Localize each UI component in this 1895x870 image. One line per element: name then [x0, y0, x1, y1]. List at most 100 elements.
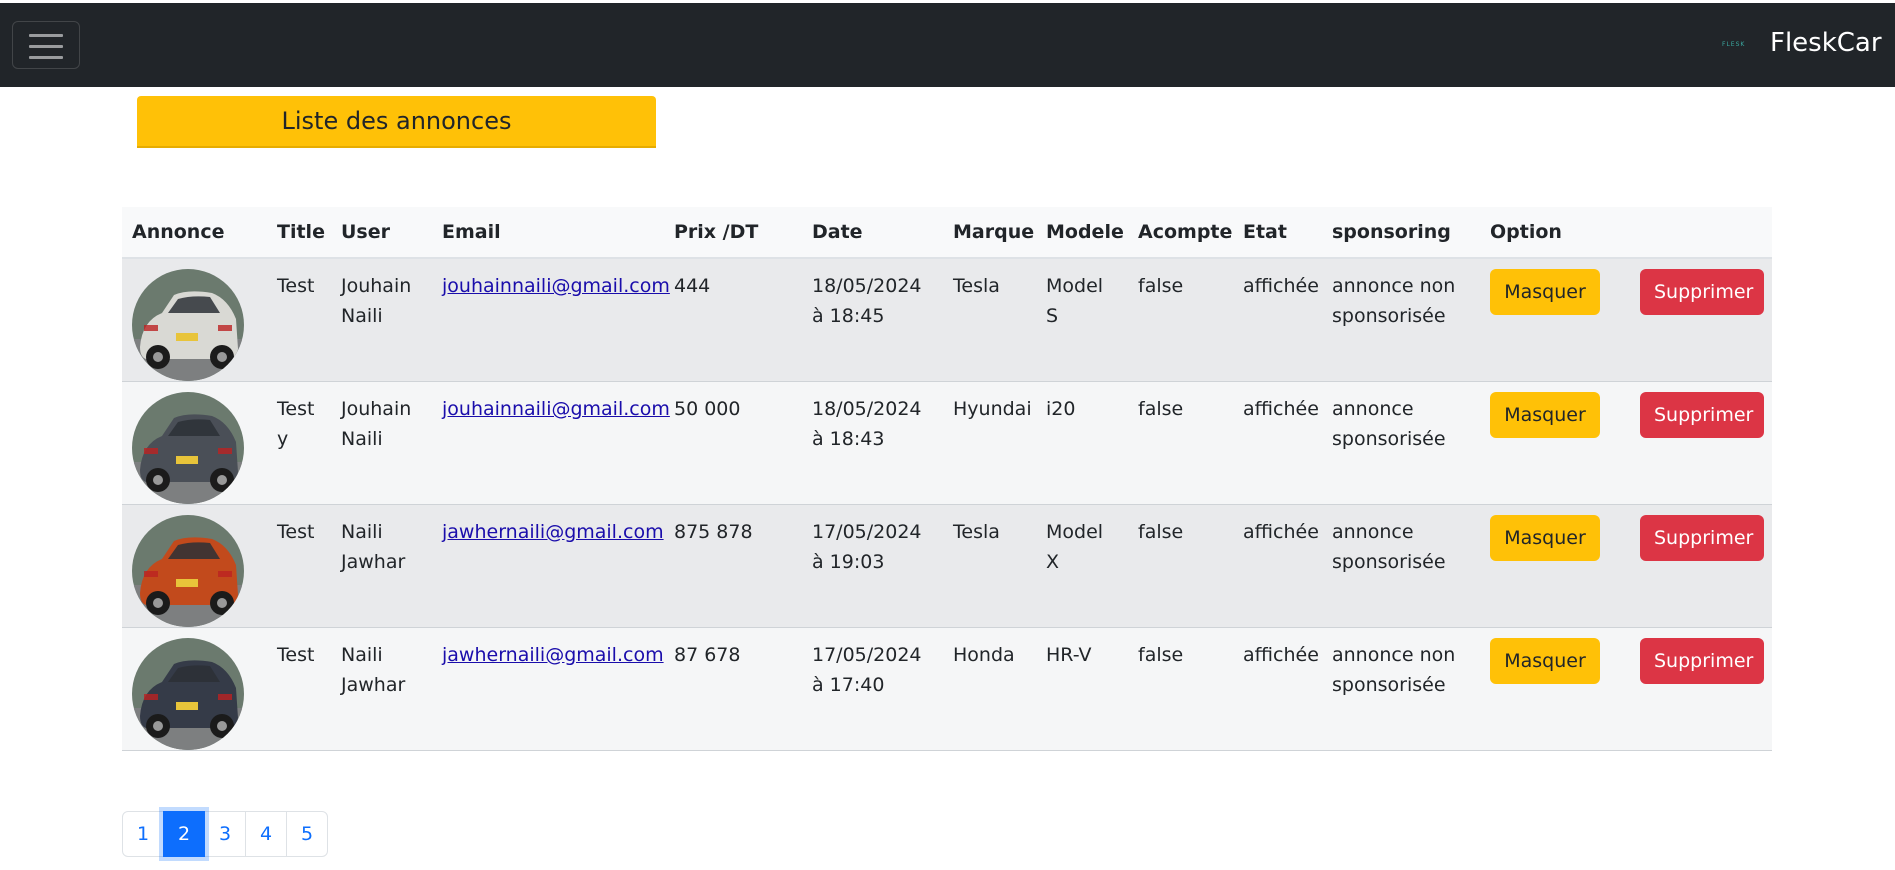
date-cell: 17/05/2024 à 19:03	[802, 504, 943, 628]
column-header: User	[331, 207, 432, 259]
email-cell: jawhernaili@gmail.com	[432, 504, 664, 628]
sponsoring-cell: annonce non sponsorisée	[1322, 627, 1480, 751]
annonce-cell	[122, 258, 267, 382]
car-thumbnail[interactable]	[132, 392, 244, 504]
column-header: Title	[267, 207, 331, 259]
date-cell: 17/05/2024 à 17:40	[802, 627, 943, 751]
option-cell: Masquer	[1480, 627, 1630, 751]
title-cell: Test	[267, 504, 331, 628]
supprimer-button[interactable]: Supprimer	[1640, 392, 1764, 438]
car-thumbnail[interactable]	[132, 638, 244, 750]
annonce-cell	[122, 504, 267, 628]
date-cell: 18/05/2024 à 18:43	[802, 381, 943, 505]
annonce-cell	[122, 381, 267, 505]
column-header: Email	[432, 207, 664, 259]
prix-cell: 875 878	[664, 504, 802, 628]
title-cell: Test	[267, 258, 331, 382]
marque-cell: Tesla	[943, 258, 1036, 382]
marque-cell: Tesla	[943, 504, 1036, 628]
supprimer-button[interactable]: Supprimer	[1640, 638, 1764, 684]
masquer-button[interactable]: Masquer	[1490, 638, 1600, 684]
column-header: Acompte	[1128, 207, 1233, 259]
title-cell: Test	[267, 627, 331, 751]
etat-cell: affichée	[1233, 504, 1322, 628]
navbar-toggler-button[interactable]	[12, 21, 80, 69]
sponsoring-cell: annonce sponsorisée	[1322, 381, 1480, 505]
page-link-4[interactable]: 4	[245, 811, 287, 857]
modele-cell: Model X	[1036, 504, 1128, 628]
page-link-1[interactable]: 1	[122, 811, 164, 857]
column-header: sponsoring	[1322, 207, 1480, 259]
delete-cell: Supprimer	[1630, 504, 1772, 628]
car-thumbnail[interactable]	[132, 515, 244, 627]
marque-cell: Honda	[943, 627, 1036, 751]
table-row: Test y Jouhain Naili jouhainnaili@gmail.co…	[122, 381, 1772, 505]
table-body: Test Jouhain Naili jouhainnaili@gmail.com 4…	[122, 258, 1772, 751]
delete-cell: Supprimer	[1630, 381, 1772, 505]
column-header: Etat	[1233, 207, 1322, 259]
masquer-button[interactable]: Masquer	[1490, 515, 1600, 561]
prix-cell: 50 000	[664, 381, 802, 505]
column-header: Prix /DT	[664, 207, 802, 259]
delete-cell: Supprimer	[1630, 258, 1772, 382]
email-link[interactable]: jouhainnaili@gmail.com	[442, 398, 670, 420]
sponsoring-cell: annonce sponsorisée	[1322, 504, 1480, 628]
column-header: Date	[802, 207, 943, 259]
email-cell: jouhainnaili@gmail.com	[432, 381, 670, 505]
column-header: Marque	[943, 207, 1036, 259]
etat-cell: affichée	[1233, 258, 1322, 382]
modele-cell: Model S	[1036, 258, 1128, 382]
page-title: Liste des annonces	[137, 96, 656, 148]
prix-cell: 444	[664, 258, 802, 382]
pagination: 12345	[122, 811, 328, 857]
delete-cell: Supprimer	[1630, 627, 1772, 751]
option-cell: Masquer	[1480, 258, 1630, 382]
title-cell: Test y	[267, 381, 331, 505]
table-header-row: Annonce Title User Email Prix /DT Date Marque M…	[122, 207, 1772, 259]
email-link[interactable]: jawhernaili@gmail.com	[442, 644, 664, 666]
car-thumbnail[interactable]	[132, 269, 244, 381]
page-link-2[interactable]: 2	[163, 811, 205, 857]
page-link-5[interactable]: 5	[286, 811, 328, 857]
etat-cell: affichée	[1233, 627, 1322, 751]
email-link[interactable]: jouhainnaili@gmail.com	[442, 275, 670, 297]
modele-cell: i20	[1036, 381, 1128, 505]
user-cell: Naili Jawhar	[331, 504, 432, 628]
date-cell: 18/05/2024 à 18:45	[802, 258, 943, 382]
user-cell: Naili Jawhar	[331, 627, 432, 751]
table-row: Test Naili Jawhar jawhernaili@gmail.com 875…	[122, 504, 1772, 628]
annonces-table: Annonce Title User Email Prix /DT Date Marque M…	[122, 207, 1772, 751]
column-header: Option	[1480, 207, 1630, 259]
annonce-cell	[122, 627, 267, 751]
modele-cell: HR-V	[1036, 627, 1128, 751]
page-link-3[interactable]: 3	[204, 811, 246, 857]
supprimer-button[interactable]: Supprimer	[1640, 515, 1764, 561]
user-cell: Jouhain Naili	[331, 258, 432, 382]
hamburger-bar	[29, 45, 63, 48]
table-row: Test Jouhain Naili jouhainnaili@gmail.com 4…	[122, 258, 1772, 382]
option-cell: Masquer	[1480, 381, 1630, 505]
brand-logo[interactable]: FLESK	[1722, 41, 1745, 48]
masquer-button[interactable]: Masquer	[1490, 269, 1600, 315]
email-link[interactable]: jawhernaili@gmail.com	[442, 521, 664, 543]
brand-name[interactable]: FleskCar	[1770, 28, 1882, 58]
acompte-cell: false	[1128, 258, 1233, 382]
column-header: Annonce	[122, 207, 267, 259]
marque-cell: Hyundai	[943, 381, 1036, 505]
hamburger-bar	[29, 56, 63, 59]
masquer-button[interactable]: Masquer	[1490, 392, 1600, 438]
acompte-cell: false	[1128, 504, 1233, 628]
option-cell: Masquer	[1480, 504, 1630, 628]
email-cell: jawhernaili@gmail.com	[432, 627, 664, 751]
user-cell: Jouhain Naili	[331, 381, 432, 505]
prix-cell: 87 678	[664, 627, 802, 751]
supprimer-button[interactable]: Supprimer	[1640, 269, 1764, 315]
acompte-cell: false	[1128, 381, 1233, 505]
email-cell: jouhainnaili@gmail.com	[432, 258, 670, 382]
sponsoring-cell: annonce non sponsorisée	[1322, 258, 1480, 382]
column-header	[1630, 207, 1772, 259]
hamburger-menu-icon	[29, 34, 63, 37]
table-row: Test Naili Jawhar jawhernaili@gmail.com 87 …	[122, 627, 1772, 751]
acompte-cell: false	[1128, 627, 1233, 751]
column-header: Modele	[1036, 207, 1128, 259]
